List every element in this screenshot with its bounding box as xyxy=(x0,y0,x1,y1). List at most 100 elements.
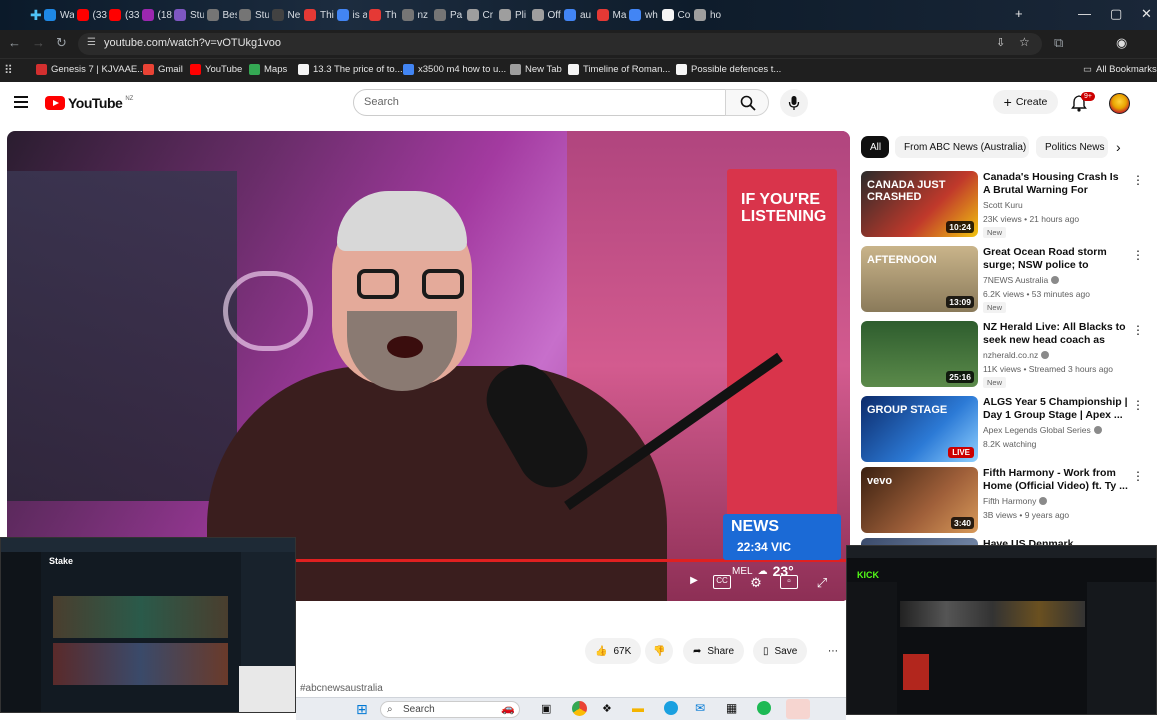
video-title[interactable]: Canada's Housing Crash Is A Brutal Warni… xyxy=(983,171,1128,198)
more-vertical-icon[interactable]: ⋮ xyxy=(1132,469,1144,483)
bookmark-item[interactable]: YouTube xyxy=(190,64,242,75)
save-button[interactable]: ▯ Save xyxy=(753,638,808,664)
video-thumbnail[interactable]: GROUP STAGE LIVE xyxy=(861,396,978,462)
share-button[interactable]: ➦ Share xyxy=(683,638,745,664)
mail-icon[interactable]: ✉ xyxy=(695,701,705,715)
autoplay-toggle-icon[interactable]: ▶ xyxy=(685,575,703,589)
more-vertical-icon[interactable]: ⋮ xyxy=(1132,173,1144,187)
browser-tab[interactable]: Ma xyxy=(596,6,627,24)
filter-chip[interactable]: All xyxy=(861,136,889,158)
youtube-logo[interactable]: YouTube NZ xyxy=(45,95,133,111)
browser-tab[interactable]: (33 xyxy=(109,6,139,24)
video-thumbnail[interactable]: AFTERNOON 13:09 xyxy=(861,246,978,312)
apps-grid-icon[interactable]: ⠿ xyxy=(4,63,13,77)
channel-name[interactable]: Apex Legends Global Series xyxy=(983,425,1102,435)
new-tab-plus-icon[interactable]: ✚ xyxy=(30,6,42,24)
forward-arrow-icon[interactable]: → xyxy=(32,35,45,50)
browser-tab[interactable]: ho xyxy=(694,6,724,24)
recommended-video[interactable]: vevo 3:40 Fifth Harmony - Work from Home (… xyxy=(861,467,1146,535)
close-window-icon[interactable]: ✕ xyxy=(1141,6,1152,22)
browser-tab[interactable]: nz xyxy=(401,6,432,24)
video-title[interactable]: Great Ocean Road storm surge; NSW police… xyxy=(983,246,1128,273)
video-title[interactable]: NZ Herald Live: All Blacks to seek new h… xyxy=(983,321,1128,348)
maximize-icon[interactable]: ▢ xyxy=(1110,6,1122,22)
account-avatar[interactable] xyxy=(1109,93,1130,114)
install-icon[interactable]: ⇩ xyxy=(996,36,1005,49)
chrome-icon[interactable] xyxy=(572,701,587,716)
video-title[interactable]: ALGS Year 5 Championship | Day 1 Group S… xyxy=(983,396,1128,422)
channel-name[interactable]: Scott Kuru xyxy=(983,200,1023,210)
overlay-window-left[interactable]: Stake xyxy=(0,537,296,713)
video-thumbnail[interactable]: vevo 3:40 xyxy=(861,467,978,533)
browser-tab[interactable]: Cr xyxy=(466,6,497,24)
video-thumbnail[interactable]: CANADA JUST CRASHED 10:24 xyxy=(861,171,978,237)
browser-tab[interactable]: Stu xyxy=(174,6,204,24)
browser-tab[interactable]: Ne xyxy=(271,6,302,24)
browser-tab[interactable]: Pli xyxy=(499,6,529,24)
back-arrow-icon[interactable]: ← xyxy=(8,35,21,50)
browser-tab[interactable]: is a xyxy=(336,6,367,24)
widgets-icon[interactable]: 🚗 xyxy=(501,702,515,715)
windows-start-icon[interactable]: ⊞ xyxy=(356,701,368,718)
subtitles-icon[interactable]: CC xyxy=(713,575,731,589)
task-view-icon[interactable]: ▣ xyxy=(541,702,551,715)
browser-tab[interactable]: Stu xyxy=(239,6,269,24)
more-vertical-icon[interactable]: ⋮ xyxy=(1132,248,1144,262)
new-tab-button[interactable]: + xyxy=(1015,6,1023,21)
bookmark-item[interactable]: x3500 m4 how to u... xyxy=(403,64,506,75)
miniplayer-icon[interactable]: ▫ xyxy=(780,575,798,589)
like-button[interactable]: 👍 67K xyxy=(585,638,642,664)
url-bar[interactable]: ☰ youtube.com/watch?v=vOTUkg1voo ⇩ ☆ xyxy=(78,33,1042,55)
channel-name[interactable]: nzherald.co.nz xyxy=(983,350,1050,360)
edge-icon[interactable] xyxy=(664,701,678,715)
reload-icon[interactable]: ↻ xyxy=(56,35,67,51)
more-vertical-icon[interactable]: ⋮ xyxy=(1132,323,1144,337)
profile-icon[interactable]: ◉ xyxy=(1116,35,1127,51)
recommended-video[interactable]: GROUP STAGE LIVE ALGS Year 5 Championship … xyxy=(861,396,1146,464)
menu-hamburger-icon[interactable] xyxy=(14,96,28,108)
video-hashtag[interactable]: #abcnewsaustralia xyxy=(300,683,383,694)
file-explorer-icon[interactable]: ▬ xyxy=(632,701,644,715)
all-bookmarks-folder[interactable]: ▭ All Bookmarks xyxy=(1083,64,1157,75)
calculator-icon[interactable]: ▦ xyxy=(726,701,737,715)
video-thumbnail[interactable]: 25:16 xyxy=(861,321,978,387)
bookmark-item[interactable]: 13.3 The price of to... xyxy=(298,64,403,75)
browser-tab[interactable]: (33 xyxy=(76,6,107,24)
search-button[interactable] xyxy=(725,89,769,116)
site-info-icon[interactable]: ☰ xyxy=(87,37,96,48)
channel-name[interactable]: Fifth Harmony xyxy=(983,496,1048,506)
browser-tab[interactable]: Wa xyxy=(44,6,74,24)
filter-chip[interactable]: From ABC News (Australia) xyxy=(895,136,1029,158)
bookmark-star-icon[interactable]: ☆ xyxy=(1019,35,1030,49)
browser-tab[interactable]: Pa xyxy=(434,6,464,24)
dislike-button[interactable]: 👎 xyxy=(645,638,674,664)
recommended-video[interactable]: AFTERNOON 13:09 Great Ocean Road storm sur… xyxy=(861,246,1146,314)
browser-tab[interactable]: Thi xyxy=(304,6,334,24)
browser-tab[interactable]: wh xyxy=(629,6,659,24)
video-title[interactable]: Fifth Harmony - Work from Home (Official… xyxy=(983,467,1128,493)
voice-search-button[interactable] xyxy=(780,89,808,117)
browser-tab[interactable]: Bes xyxy=(206,6,237,24)
bookmark-item[interactable]: Possible defences t... xyxy=(676,64,781,75)
browser-tab[interactable]: Th xyxy=(369,6,399,24)
browser-tab[interactable]: Off xyxy=(531,6,562,24)
browser-tab[interactable]: au xyxy=(564,6,594,24)
bookmark-item[interactable]: Maps xyxy=(249,64,287,75)
video-player[interactable]: IF YOU'RE LISTENING NEWS 22:34 VIC MEL ☁… xyxy=(7,131,850,601)
browser-tab[interactable]: Co xyxy=(661,6,692,24)
bookmark-item[interactable]: Gmail xyxy=(143,64,183,75)
overlay-window-right[interactable]: KICK xyxy=(846,545,1157,715)
filter-chip[interactable]: Politics News xyxy=(1036,136,1108,158)
recommended-video[interactable]: CANADA JUST CRASHED 10:24 Canada's Housing… xyxy=(861,171,1146,239)
create-button[interactable]: + Create xyxy=(993,90,1058,114)
browser-tab[interactable]: (18 xyxy=(141,6,172,24)
fullscreen-icon[interactable]: ⤢ xyxy=(813,575,831,590)
bookmark-item[interactable]: New Tab xyxy=(510,64,562,75)
spotify-icon[interactable] xyxy=(757,701,771,715)
taskbar-search[interactable]: ⌕ Search xyxy=(380,701,520,718)
channel-name[interactable]: 7NEWS Australia xyxy=(983,275,1060,285)
settings-gear-icon[interactable]: ⚙ xyxy=(747,575,765,590)
bookmark-item[interactable]: Genesis 7 | KJVAAE... xyxy=(36,64,145,75)
bookmark-item[interactable]: Timeline of Roman... xyxy=(568,64,670,75)
app-icon[interactable]: ❖ xyxy=(602,702,612,715)
